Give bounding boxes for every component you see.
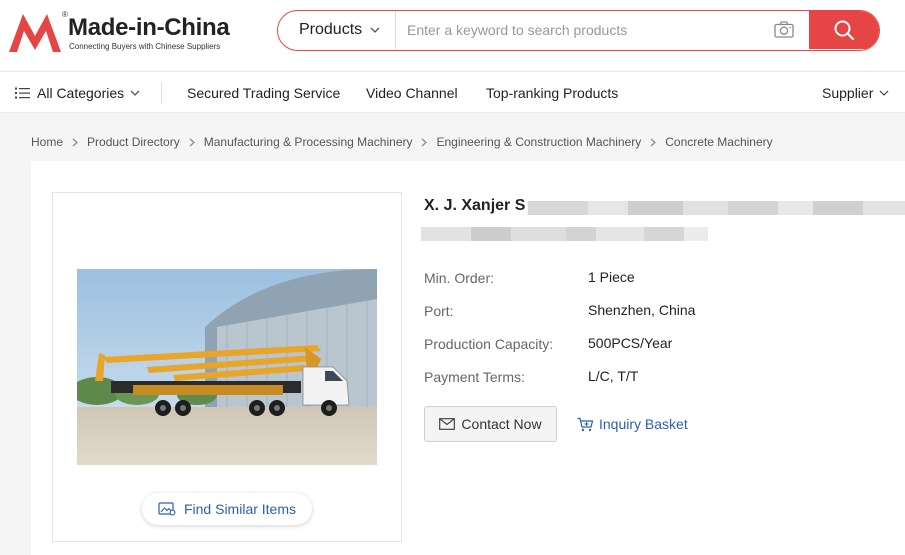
chevron-down-icon (879, 90, 889, 96)
search-button[interactable] (809, 11, 879, 49)
nav-supplier-label: Supplier (822, 85, 874, 101)
camera-icon[interactable] (774, 21, 794, 38)
chevron-right-icon (650, 138, 657, 147)
chevron-down-icon (370, 27, 380, 33)
list-icon (15, 87, 30, 99)
chevron-down-icon (130, 90, 140, 96)
search-bar: Products (277, 10, 880, 51)
inquiry-basket-link[interactable]: Inquiry Basket (577, 416, 688, 432)
nav-supplier-dropdown[interactable]: Supplier (822, 72, 889, 114)
spec-label-port: Port: (424, 303, 454, 319)
product-panel: Find Similar Items X. J. Xanjer S Min. O… (31, 161, 905, 555)
nav-item-top-ranking[interactable]: Top-ranking Products (486, 72, 618, 114)
nav-item-secured-trading[interactable]: Secured Trading Service (187, 72, 340, 114)
spec-value-production-capacity: 500PCS/Year (588, 335, 673, 351)
find-similar-button[interactable]: Find Similar Items (142, 493, 312, 525)
find-similar-label: Find Similar Items (183, 501, 297, 517)
search-category-select[interactable]: Products (278, 11, 396, 49)
envelope-icon (439, 418, 456, 430)
inquiry-basket-label: Inquiry Basket (599, 416, 688, 432)
breadcrumb-manufacturing[interactable]: Manufacturing & Processing Machinery (204, 135, 413, 149)
logo-mark-icon (9, 14, 61, 52)
image-search-icon (158, 502, 176, 516)
spec-label-min-order: Min. Order: (424, 270, 495, 286)
search-category-label: Products (299, 21, 363, 38)
logo-tagline: Connecting Buyers with Chinese Suppliers (69, 42, 221, 51)
main-nav: All Categories Secured Trading Service V… (0, 71, 905, 113)
nav-all-categories[interactable]: All Categories (15, 72, 140, 114)
product-photo-image (77, 269, 377, 465)
breadcrumb-engineering[interactable]: Engineering & Construction Machinery (436, 135, 641, 149)
site-header: ® Made-in-China Connecting Buyers with C… (0, 0, 905, 70)
redacted-title-line (421, 227, 708, 241)
nav-divider (161, 82, 162, 104)
chevron-right-icon (421, 138, 428, 147)
logo-title: Made-in-China (68, 14, 230, 41)
chevron-right-icon (189, 138, 195, 147)
redacted-title-part (528, 201, 905, 215)
contact-now-button[interactable]: Contact Now (424, 406, 557, 442)
search-input[interactable] (396, 11, 768, 49)
spec-value-payment-terms: L/C, T/T (588, 368, 639, 384)
spec-value-port: Shenzhen, China (588, 302, 696, 318)
nav-all-categories-label: All Categories (37, 85, 125, 101)
product-photo[interactable] (77, 269, 377, 465)
chevron-right-icon (72, 138, 78, 147)
cart-add-icon (577, 417, 594, 431)
search-icon (834, 20, 855, 41)
breadcrumb-home[interactable]: Home (31, 135, 63, 149)
breadcrumb-concrete-machinery[interactable]: Concrete Machinery (665, 135, 772, 149)
site-logo[interactable]: ® Made-in-China Connecting Buyers with C… (9, 10, 239, 54)
breadcrumb-product-directory[interactable]: Product Directory (87, 135, 180, 149)
contact-now-label: Contact Now (461, 416, 542, 432)
spec-label-production-capacity: Production Capacity: (424, 336, 554, 352)
product-image-box: Find Similar Items (52, 192, 402, 542)
spec-value-min-order: 1 Piece (588, 269, 635, 285)
product-title: X. J. Xanjer S (424, 197, 526, 214)
nav-item-video-channel[interactable]: Video Channel (366, 72, 458, 114)
spec-label-payment-terms: Payment Terms: (424, 369, 525, 385)
breadcrumb: Home Product Directory Manufacturing & P… (31, 134, 773, 150)
